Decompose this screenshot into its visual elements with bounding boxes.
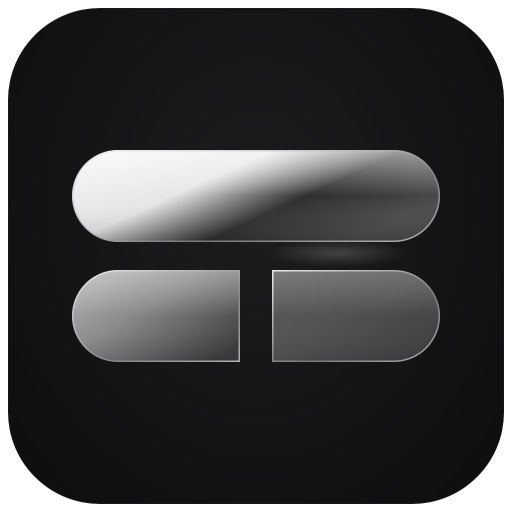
app-icon[interactable] — [8, 8, 504, 504]
glow-accent — [268, 239, 408, 267]
top-bar-shape — [72, 150, 440, 242]
bottom-right-block-shape — [272, 270, 440, 362]
split-layout-icon — [72, 150, 440, 362]
bottom-left-block-shape — [72, 270, 240, 362]
